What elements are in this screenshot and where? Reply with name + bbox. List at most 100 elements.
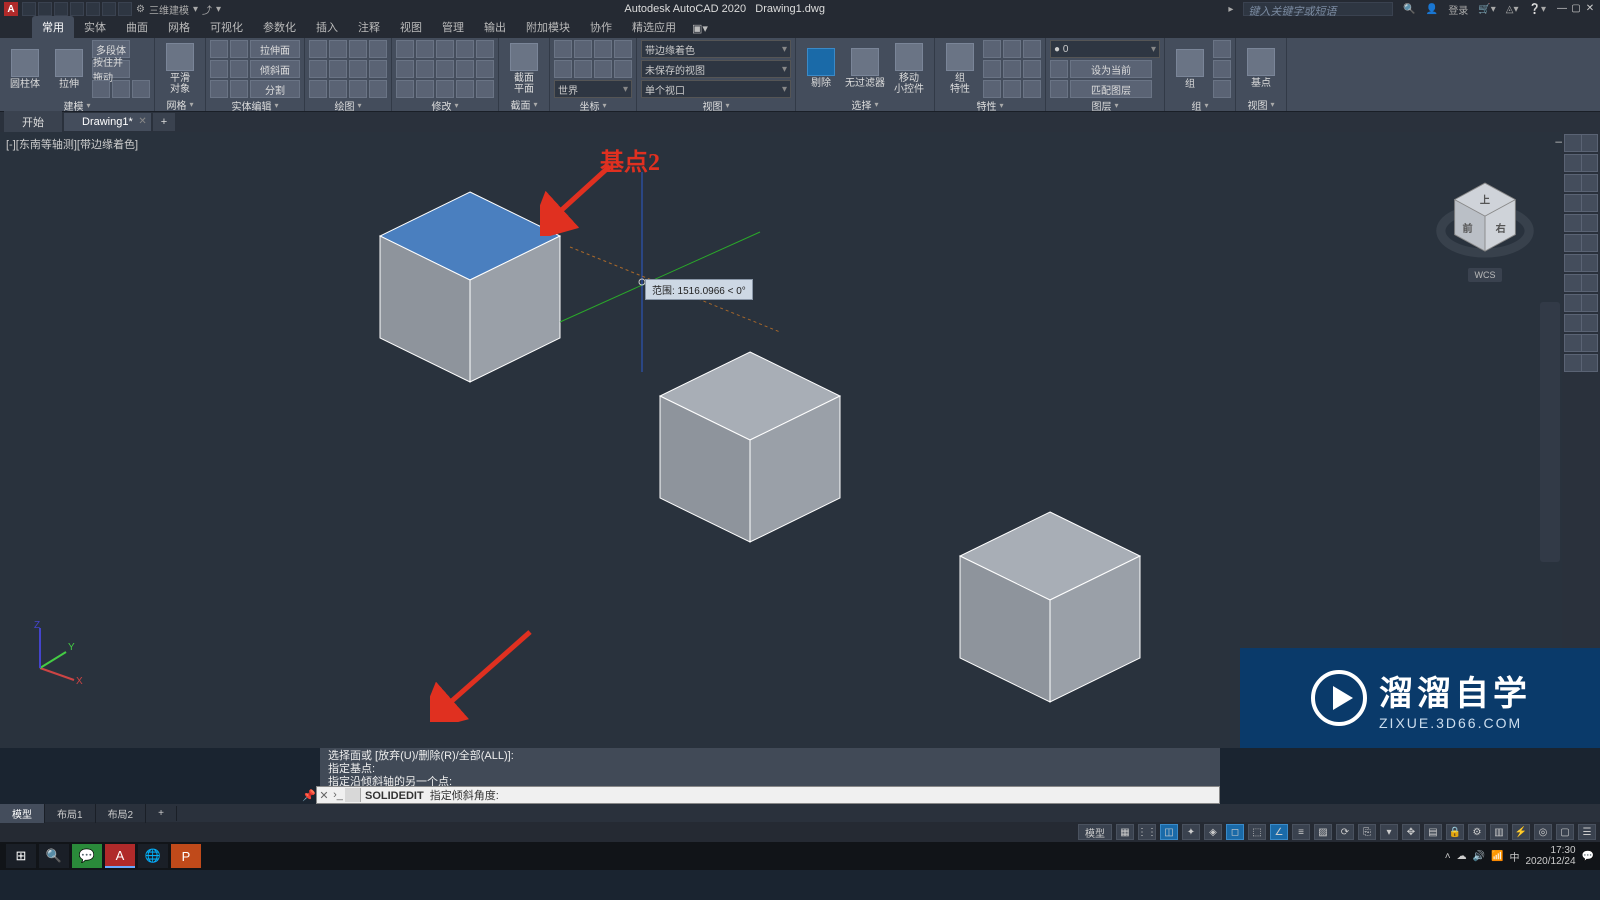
array-icon[interactable] — [476, 40, 494, 58]
trim-icon[interactable] — [436, 40, 454, 58]
cart-icon[interactable]: 🛒▾ — [1478, 4, 1495, 15]
tray-notification-icon[interactable]: 💬 — [1582, 851, 1594, 862]
qat-plot-icon[interactable] — [86, 2, 100, 16]
rect-icon[interactable] — [309, 60, 327, 78]
tab-parametric[interactable]: 参数化 — [253, 16, 306, 38]
saved-view-combo[interactable]: 未保存的视图 — [641, 60, 791, 78]
panel-modeling-label[interactable]: 建模 — [4, 98, 150, 112]
user-label[interactable]: 登录 — [1448, 2, 1468, 17]
ucs-icon-5[interactable] — [554, 60, 572, 78]
tab-marker-icon[interactable]: ▣▾ — [686, 19, 714, 38]
panel-modify-label[interactable]: 修改 — [396, 98, 494, 112]
task-search-icon[interactable]: 🔍 — [39, 844, 69, 868]
taper-face-button[interactable]: 倾斜面 — [250, 60, 300, 78]
workspace-chevron-icon[interactable]: ▾ — [193, 4, 198, 15]
move-icon[interactable] — [396, 40, 414, 58]
tab-manage[interactable]: 管理 — [432, 16, 474, 38]
doctab-drawing1[interactable]: Drawing1* ✕ — [64, 113, 151, 131]
prop-icon-9[interactable] — [1023, 80, 1041, 98]
prop-icon-1[interactable] — [983, 40, 1001, 58]
solidedit-icon-1[interactable] — [210, 40, 228, 58]
cube-3[interactable] — [940, 492, 1160, 712]
tab-layout2[interactable]: 布局2 — [96, 804, 147, 823]
solidedit-icon-5[interactable] — [210, 80, 228, 98]
spline-icon[interactable] — [329, 60, 347, 78]
match-layer-button[interactable]: 匹配图层 — [1070, 80, 1152, 98]
layer-icon-2[interactable] — [1050, 80, 1068, 98]
qat-open-icon[interactable] — [38, 2, 52, 16]
status-ortho-icon[interactable]: ◫ — [1160, 824, 1178, 840]
tab-annotate[interactable]: 注释 — [348, 16, 390, 38]
quick-access-toolbar[interactable] — [22, 2, 132, 16]
gizmo-button[interactable]: 移动 小控件 — [888, 41, 930, 97]
status-dynucs-icon[interactable]: ⎘ — [1358, 824, 1376, 840]
palette-row[interactable] — [1564, 234, 1598, 252]
panel-view-label[interactable]: 视图 — [641, 98, 791, 112]
tray-onedrive-icon[interactable]: ☁ — [1457, 851, 1467, 862]
status-osnap-icon[interactable]: ◻ — [1226, 824, 1244, 840]
group-props-button[interactable]: 组 特性 — [939, 41, 981, 97]
share-icon[interactable]: ⤴ — [202, 2, 212, 17]
ucs-icon-7[interactable] — [594, 60, 612, 78]
align-icon[interactable] — [456, 80, 474, 98]
doctab-start[interactable]: 开始 — [4, 111, 62, 133]
status-annovis-icon[interactable]: 🔒 — [1446, 824, 1464, 840]
doctab-new-icon[interactable]: + — [153, 113, 175, 131]
cmd-close-icon[interactable]: ✕ — [317, 789, 331, 802]
wcs-label[interactable]: WCS — [1468, 268, 1502, 282]
ucs-icon-1[interactable] — [554, 40, 572, 58]
panel-mesh-label[interactable]: 网格 — [159, 97, 201, 111]
help-icon[interactable]: ❔▾ — [1529, 4, 1546, 15]
prop-icon-3[interactable] — [1023, 40, 1041, 58]
status-3dosnap-icon[interactable]: ⬚ — [1248, 824, 1266, 840]
extrude-button[interactable]: 拉伸 — [48, 41, 90, 97]
status-snap-icon[interactable]: ⋮⋮ — [1138, 824, 1156, 840]
tab-insert[interactable]: 插入 — [306, 16, 348, 38]
extrude-face-button[interactable]: 拉伸面 — [250, 40, 300, 58]
tab-layout1[interactable]: 布局1 — [45, 804, 96, 823]
restore-icon[interactable]: ▢ — [1570, 3, 1582, 15]
viewport[interactable]: [-][东南等轴测][带边缘着色] — ▢ ✕ 上 前 右 — [0, 132, 1600, 748]
a360-icon[interactable]: ◬▾ — [1506, 4, 1519, 15]
solidedit-icon-2[interactable] — [230, 40, 248, 58]
palette-row[interactable] — [1564, 314, 1598, 332]
circle-icon[interactable] — [349, 40, 367, 58]
palette-row[interactable] — [1564, 274, 1598, 292]
solidedit-icon-6[interactable] — [230, 80, 248, 98]
panel-coords-label[interactable]: 坐标 — [554, 98, 632, 112]
status-gizmo-icon[interactable]: ✥ — [1402, 824, 1420, 840]
point-icon[interactable] — [309, 80, 327, 98]
system-clock[interactable]: 17:30 2020/12/24 — [1525, 845, 1575, 867]
panel-props-label[interactable]: 特性 — [939, 98, 1041, 112]
task-autocad-icon[interactable]: A — [105, 844, 135, 868]
user-icon[interactable]: 👤 — [1426, 4, 1438, 15]
ucs-icon-6[interactable] — [574, 60, 592, 78]
tab-model[interactable]: 模型 — [0, 804, 45, 823]
viewport-label[interactable]: [-][东南等轴测][带边缘着色] — [6, 136, 138, 152]
tab-addins[interactable]: 附加模块 — [516, 16, 580, 38]
solidedit-icon-3[interactable] — [210, 60, 228, 78]
tab-visualize[interactable]: 可视化 — [200, 16, 253, 38]
qat-saveas-icon[interactable] — [70, 2, 84, 16]
scale-icon[interactable] — [456, 40, 474, 58]
app-logo[interactable]: A — [4, 2, 18, 16]
set-current-layer-button[interactable]: 设为当前 — [1070, 60, 1152, 78]
culling-button[interactable]: 剔除 — [800, 41, 842, 97]
close-icon[interactable]: ✕ — [1584, 3, 1596, 15]
qat-undo-icon[interactable] — [102, 2, 116, 16]
basepoint-button[interactable]: 基点 — [1240, 41, 1282, 97]
palette-row[interactable] — [1564, 294, 1598, 312]
status-cycle-icon[interactable]: ⟳ — [1336, 824, 1354, 840]
ucs-icon-4[interactable] — [614, 40, 632, 58]
status-clean-icon[interactable]: ▢ — [1556, 824, 1574, 840]
intersect-icon[interactable] — [132, 80, 150, 98]
polyline-icon[interactable] — [329, 40, 347, 58]
doctab-close-icon[interactable]: ✕ — [138, 116, 146, 127]
mirror-icon[interactable] — [416, 60, 434, 78]
visual-style-combo[interactable]: 带边缘着色 — [641, 40, 791, 58]
palette-row[interactable] — [1564, 134, 1598, 152]
workspace-dropdown[interactable]: 三维建模 — [149, 2, 189, 17]
prop-icon-5[interactable] — [1003, 60, 1021, 78]
view-cube[interactable]: 上 前 右 WCS — [1430, 172, 1540, 282]
ucs-icon-8[interactable] — [614, 60, 632, 78]
